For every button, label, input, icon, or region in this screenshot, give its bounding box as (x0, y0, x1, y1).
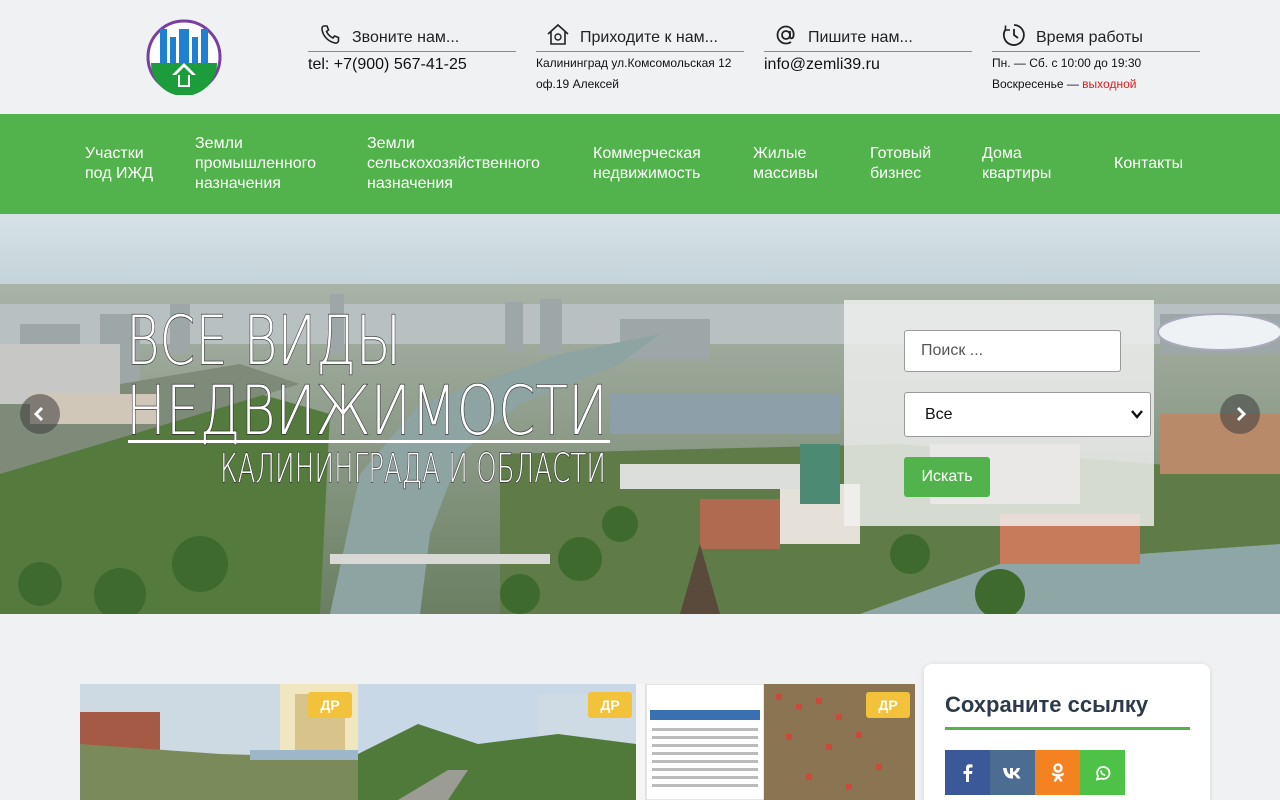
hours-sunday: Воскресенье — выходной (992, 74, 1200, 94)
clock-icon (1000, 21, 1028, 49)
day-off-label: выходной (1082, 77, 1137, 91)
share-odnoklassniki-button[interactable] (1035, 750, 1080, 795)
hero-title: ВСЕ ВИДЫ НЕДВИЖИМОСТИ КАЛИНИНГРАДА И ОБЛ… (125, 301, 610, 490)
share-whatsapp-button[interactable] (1080, 750, 1125, 795)
save-link-title: Сохраните ссылку (945, 692, 1149, 717)
chevron-right-icon (1236, 406, 1247, 422)
facebook-icon (963, 763, 972, 782)
nav-item-contacts[interactable]: Контакты (1114, 154, 1183, 174)
share-facebook-button[interactable] (945, 750, 990, 795)
whatsapp-icon (1095, 765, 1110, 781)
contact-address-title: Приходите к нам... (580, 28, 718, 46)
chevron-left-icon (33, 406, 44, 422)
save-link-widget: Сохраните ссылку (924, 664, 1210, 800)
odnoklassniki-icon (1051, 762, 1064, 782)
nav-item-izhd[interactable]: Участки под ИЖД (85, 144, 153, 184)
vk-icon (1002, 767, 1020, 778)
listing-badge-2: ДР (588, 692, 632, 718)
address-line-1: Калининград ул.Комсомольская 12 (536, 56, 732, 70)
contact-address: Приходите к нам... Калининград ул.Комсом… (536, 18, 744, 94)
main-nav: Участки под ИЖД Земли промышленного назн… (0, 114, 1280, 214)
site-logo[interactable] (146, 19, 222, 95)
email-address[interactable]: info@zemli39.ru (764, 56, 972, 74)
site-header: Звоните нам... tel: +7(900) 567-41-25 Пр… (0, 0, 1280, 114)
contact-phone-title: Звоните нам... (352, 28, 460, 46)
nav-item-industrial-land[interactable]: Земли промышленного назначения (195, 134, 316, 194)
hero-title-line-2: НЕДВИЖИМОСТИ (126, 372, 608, 451)
nav-item-residential[interactable]: Жилые массивы (753, 144, 818, 184)
at-icon (772, 21, 800, 49)
category-select[interactable]: Все (904, 392, 1151, 437)
nav-item-houses[interactable]: Дома квартиры (982, 144, 1051, 184)
nav-item-commercial[interactable]: Коммерческая недвижимость (593, 144, 701, 184)
phone-number[interactable]: tel: +7(900) 567-41-25 (308, 56, 516, 74)
address-line-2: оф.19 Алексей (536, 77, 620, 91)
slider-prev-button[interactable] (20, 394, 60, 434)
chevron-down-icon (1131, 410, 1143, 419)
hours-sunday-label: Воскресенье — (992, 77, 1083, 91)
contact-hours-title: Время работы (1036, 28, 1143, 46)
listing-badge-1: ДР (308, 692, 352, 718)
hero-subtitle: КАЛИНИНГРАДА И ОБЛАСТИ (220, 446, 606, 490)
hero-title-line-1: ВСЕ ВИДЫ (126, 302, 401, 381)
contact-email-title: Пишите нам... (808, 28, 913, 46)
share-vk-button[interactable] (990, 750, 1035, 795)
slider-next-button[interactable] (1220, 394, 1260, 434)
contact-phone: Звоните нам... tel: +7(900) 567-41-25 (308, 18, 516, 74)
contact-email: Пишите нам... info@zemli39.ru (764, 18, 972, 74)
category-select-value: Все (925, 405, 953, 423)
contact-hours: Время работы Пн. — Сб. с 10:00 до 19:30 … (992, 18, 1200, 94)
search-input[interactable] (904, 330, 1121, 372)
nav-item-agricultural-land[interactable]: Земли сельскохозяйственного назначения (367, 134, 540, 194)
nav-item-business[interactable]: Готовый бизнес (870, 144, 931, 184)
phone-icon (316, 21, 344, 49)
search-button[interactable]: Искать (904, 457, 990, 497)
home-icon (544, 21, 572, 49)
title-underline (945, 727, 1190, 730)
hours-weekdays: Пн. — Сб. с 10:00 до 19:30 (992, 56, 1142, 70)
listing-badge-3: ДР (866, 692, 910, 718)
